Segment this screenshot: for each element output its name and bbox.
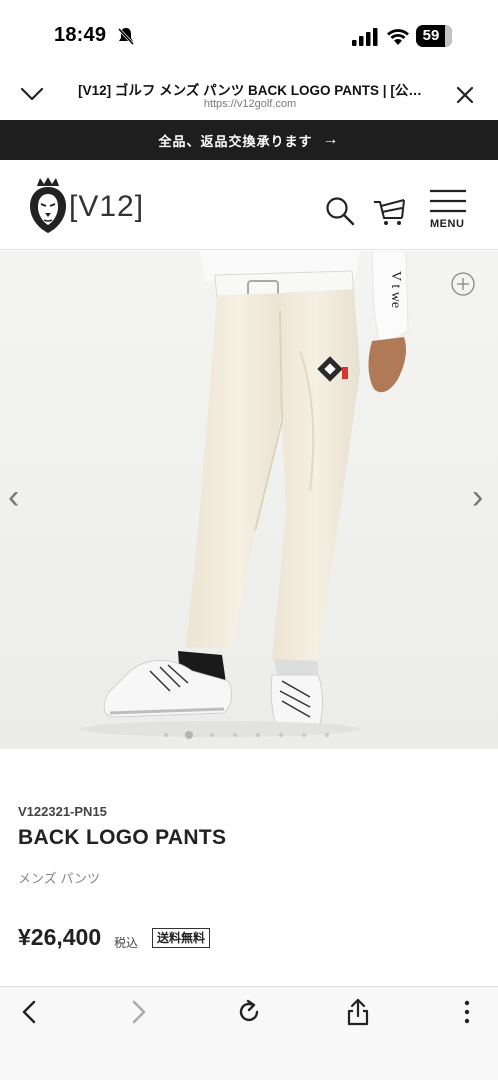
- cart-icon[interactable]: [372, 194, 408, 226]
- page-domain: https://v12golf.com: [203, 98, 297, 110]
- carousel-prev-button[interactable]: ‹: [8, 479, 19, 515]
- promo-banner-text: 全品、返品交換承ります: [158, 133, 313, 149]
- cellular-signal-icon: [352, 28, 378, 46]
- product-price: ¥26,400: [18, 924, 102, 950]
- carousel-dot[interactable]: [210, 733, 214, 737]
- free-shipping-badge: 送料無料: [152, 928, 211, 948]
- forward-arrow-icon[interactable]: [130, 1000, 148, 1024]
- page-title: [V12] ゴルフ メンズ パンツ BACK LOGO PANTS | [公…: [78, 83, 422, 98]
- carousel-dot[interactable]: [164, 733, 168, 737]
- carousel-next-button[interactable]: ›: [472, 479, 483, 515]
- zoom-plus-icon[interactable]: [451, 272, 475, 296]
- status-time: 18:49: [54, 24, 107, 46]
- lion-logo-icon[interactable]: [28, 176, 68, 234]
- arrow-right-icon: →: [322, 131, 340, 148]
- close-icon[interactable]: [456, 86, 474, 104]
- status-bar: 18:49 59: [0, 0, 498, 62]
- menu-label[interactable]: MENU: [430, 218, 464, 230]
- chevron-down-icon[interactable]: [20, 86, 44, 102]
- more-options-icon[interactable]: [462, 1000, 472, 1024]
- promo-banner[interactable]: 全品、返品交換承ります →: [0, 120, 498, 160]
- brand-logo-text[interactable]: [V12]: [69, 190, 144, 224]
- carousel-dot[interactable]: [325, 733, 329, 737]
- back-arrow-icon[interactable]: [20, 1000, 38, 1024]
- battery-level: 59: [422, 27, 440, 44]
- product-name: BACK LOGO PANTS: [18, 826, 227, 849]
- bell-muted-icon: [117, 27, 135, 46]
- carousel-dot[interactable]: [185, 731, 193, 739]
- search-icon[interactable]: [325, 196, 355, 226]
- wifi-icon: [387, 29, 409, 45]
- battery-indicator: 59: [416, 25, 452, 47]
- hamburger-menu-icon[interactable]: [430, 188, 466, 214]
- product-image-carousel[interactable]: V t we ‹ ›: [0, 251, 498, 749]
- reload-icon[interactable]: [236, 999, 262, 1025]
- carousel-dot[interactable]: [302, 733, 306, 737]
- share-icon[interactable]: [346, 998, 370, 1026]
- svg-text:V t we: V t we: [388, 271, 403, 308]
- carousel-dot[interactable]: [279, 733, 283, 737]
- carousel-dot[interactable]: [233, 733, 237, 737]
- product-category[interactable]: メンズ パンツ: [18, 868, 100, 887]
- carousel-dot[interactable]: [256, 733, 260, 737]
- tax-label: 税込: [114, 936, 139, 950]
- product-sku: V122321-PN15: [18, 804, 107, 819]
- product-photo: V t we: [0, 251, 498, 749]
